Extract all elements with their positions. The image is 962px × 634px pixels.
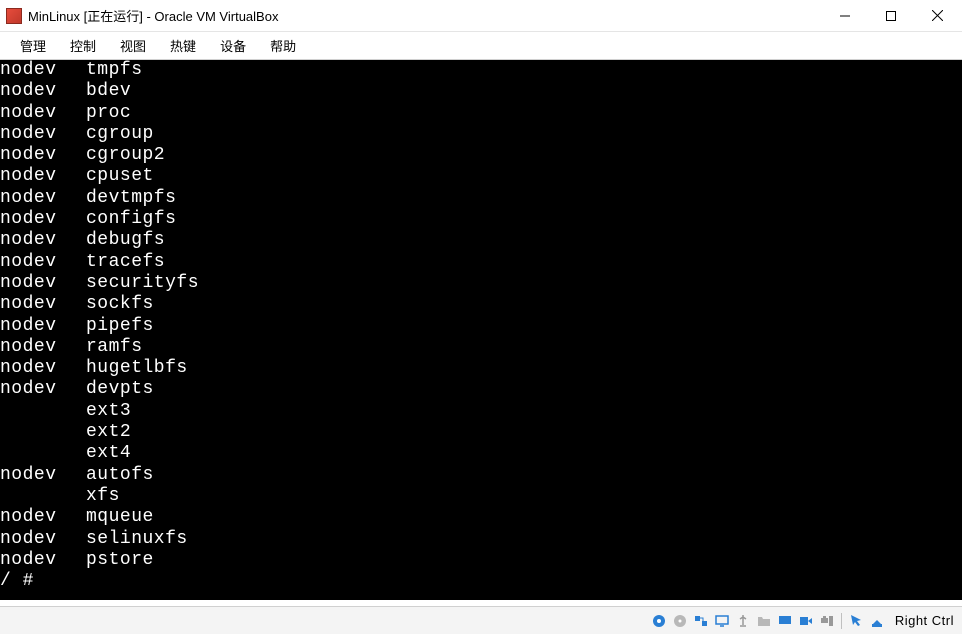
- mouse-integration-icon[interactable]: [847, 612, 865, 630]
- terminal-line: nodevhugetlbfs: [0, 358, 962, 379]
- terminal-line: nodevdevpts: [0, 379, 962, 400]
- network-icon[interactable]: [692, 612, 710, 630]
- terminal-line: nodevpipefs: [0, 316, 962, 337]
- audio-icon[interactable]: [776, 612, 794, 630]
- terminal-line: nodevdevtmpfs: [0, 188, 962, 209]
- usb-icon[interactable]: [734, 612, 752, 630]
- host-key-label: Right Ctrl: [895, 613, 954, 628]
- terminal-line: nodevselinuxfs: [0, 529, 962, 550]
- terminal-line: nodevcgroup2: [0, 145, 962, 166]
- menu-help[interactable]: 帮助: [258, 32, 308, 59]
- menubar: 管理 控制 视图 热键 设备 帮助: [0, 32, 962, 60]
- app-icon: [6, 8, 22, 24]
- terminal-output[interactable]: nodevtmpfsnodevbdevnodevprocnodevcgroupn…: [0, 60, 962, 600]
- terminal-line: nodevtmpfs: [0, 60, 962, 81]
- terminal-line: nodevautofs: [0, 465, 962, 486]
- terminal-prompt[interactable]: / #: [0, 571, 962, 592]
- status-separator: [841, 613, 842, 629]
- menu-control[interactable]: 控制: [58, 32, 108, 59]
- terminal-line: nodevcgroup: [0, 124, 962, 145]
- terminal-line: nodevtracefs: [0, 252, 962, 273]
- close-button[interactable]: [914, 1, 960, 31]
- terminal-line: nodevdebugfs: [0, 230, 962, 251]
- menu-hotkey[interactable]: 热键: [158, 32, 208, 59]
- keyboard-icon[interactable]: [868, 612, 886, 630]
- terminal-line: ext4: [0, 443, 962, 464]
- terminal-line: nodevsockfs: [0, 294, 962, 315]
- terminal-line: nodevconfigfs: [0, 209, 962, 230]
- terminal-line: ext3: [0, 401, 962, 422]
- terminal-line: nodevsecurityfs: [0, 273, 962, 294]
- menu-devices[interactable]: 设备: [208, 32, 258, 59]
- shared-folder-icon[interactable]: [755, 612, 773, 630]
- terminal-line: nodevmqueue: [0, 507, 962, 528]
- terminal-line: xfs: [0, 486, 962, 507]
- hard-disk-icon[interactable]: [650, 612, 668, 630]
- terminal-line: ext2: [0, 422, 962, 443]
- terminal-line: nodevpstore: [0, 550, 962, 571]
- clipboard-icon[interactable]: [818, 612, 836, 630]
- titlebar: MinLinux [正在运行] - Oracle VM VirtualBox: [0, 0, 962, 32]
- terminal-line: nodevbdev: [0, 81, 962, 102]
- window-title: MinLinux [正在运行] - Oracle VM VirtualBox: [28, 6, 822, 25]
- optical-disc-icon[interactable]: [671, 612, 689, 630]
- window-controls: [822, 1, 960, 31]
- maximize-button[interactable]: [868, 1, 914, 31]
- recording-icon[interactable]: [797, 612, 815, 630]
- menu-view[interactable]: 视图: [108, 32, 158, 59]
- minimize-button[interactable]: [822, 1, 868, 31]
- terminal-line: nodevramfs: [0, 337, 962, 358]
- terminal-line: nodevproc: [0, 103, 962, 124]
- display-icon[interactable]: [713, 612, 731, 630]
- terminal-line: nodevcpuset: [0, 166, 962, 187]
- statusbar: Right Ctrl: [0, 606, 962, 634]
- menu-manage[interactable]: 管理: [8, 32, 58, 59]
